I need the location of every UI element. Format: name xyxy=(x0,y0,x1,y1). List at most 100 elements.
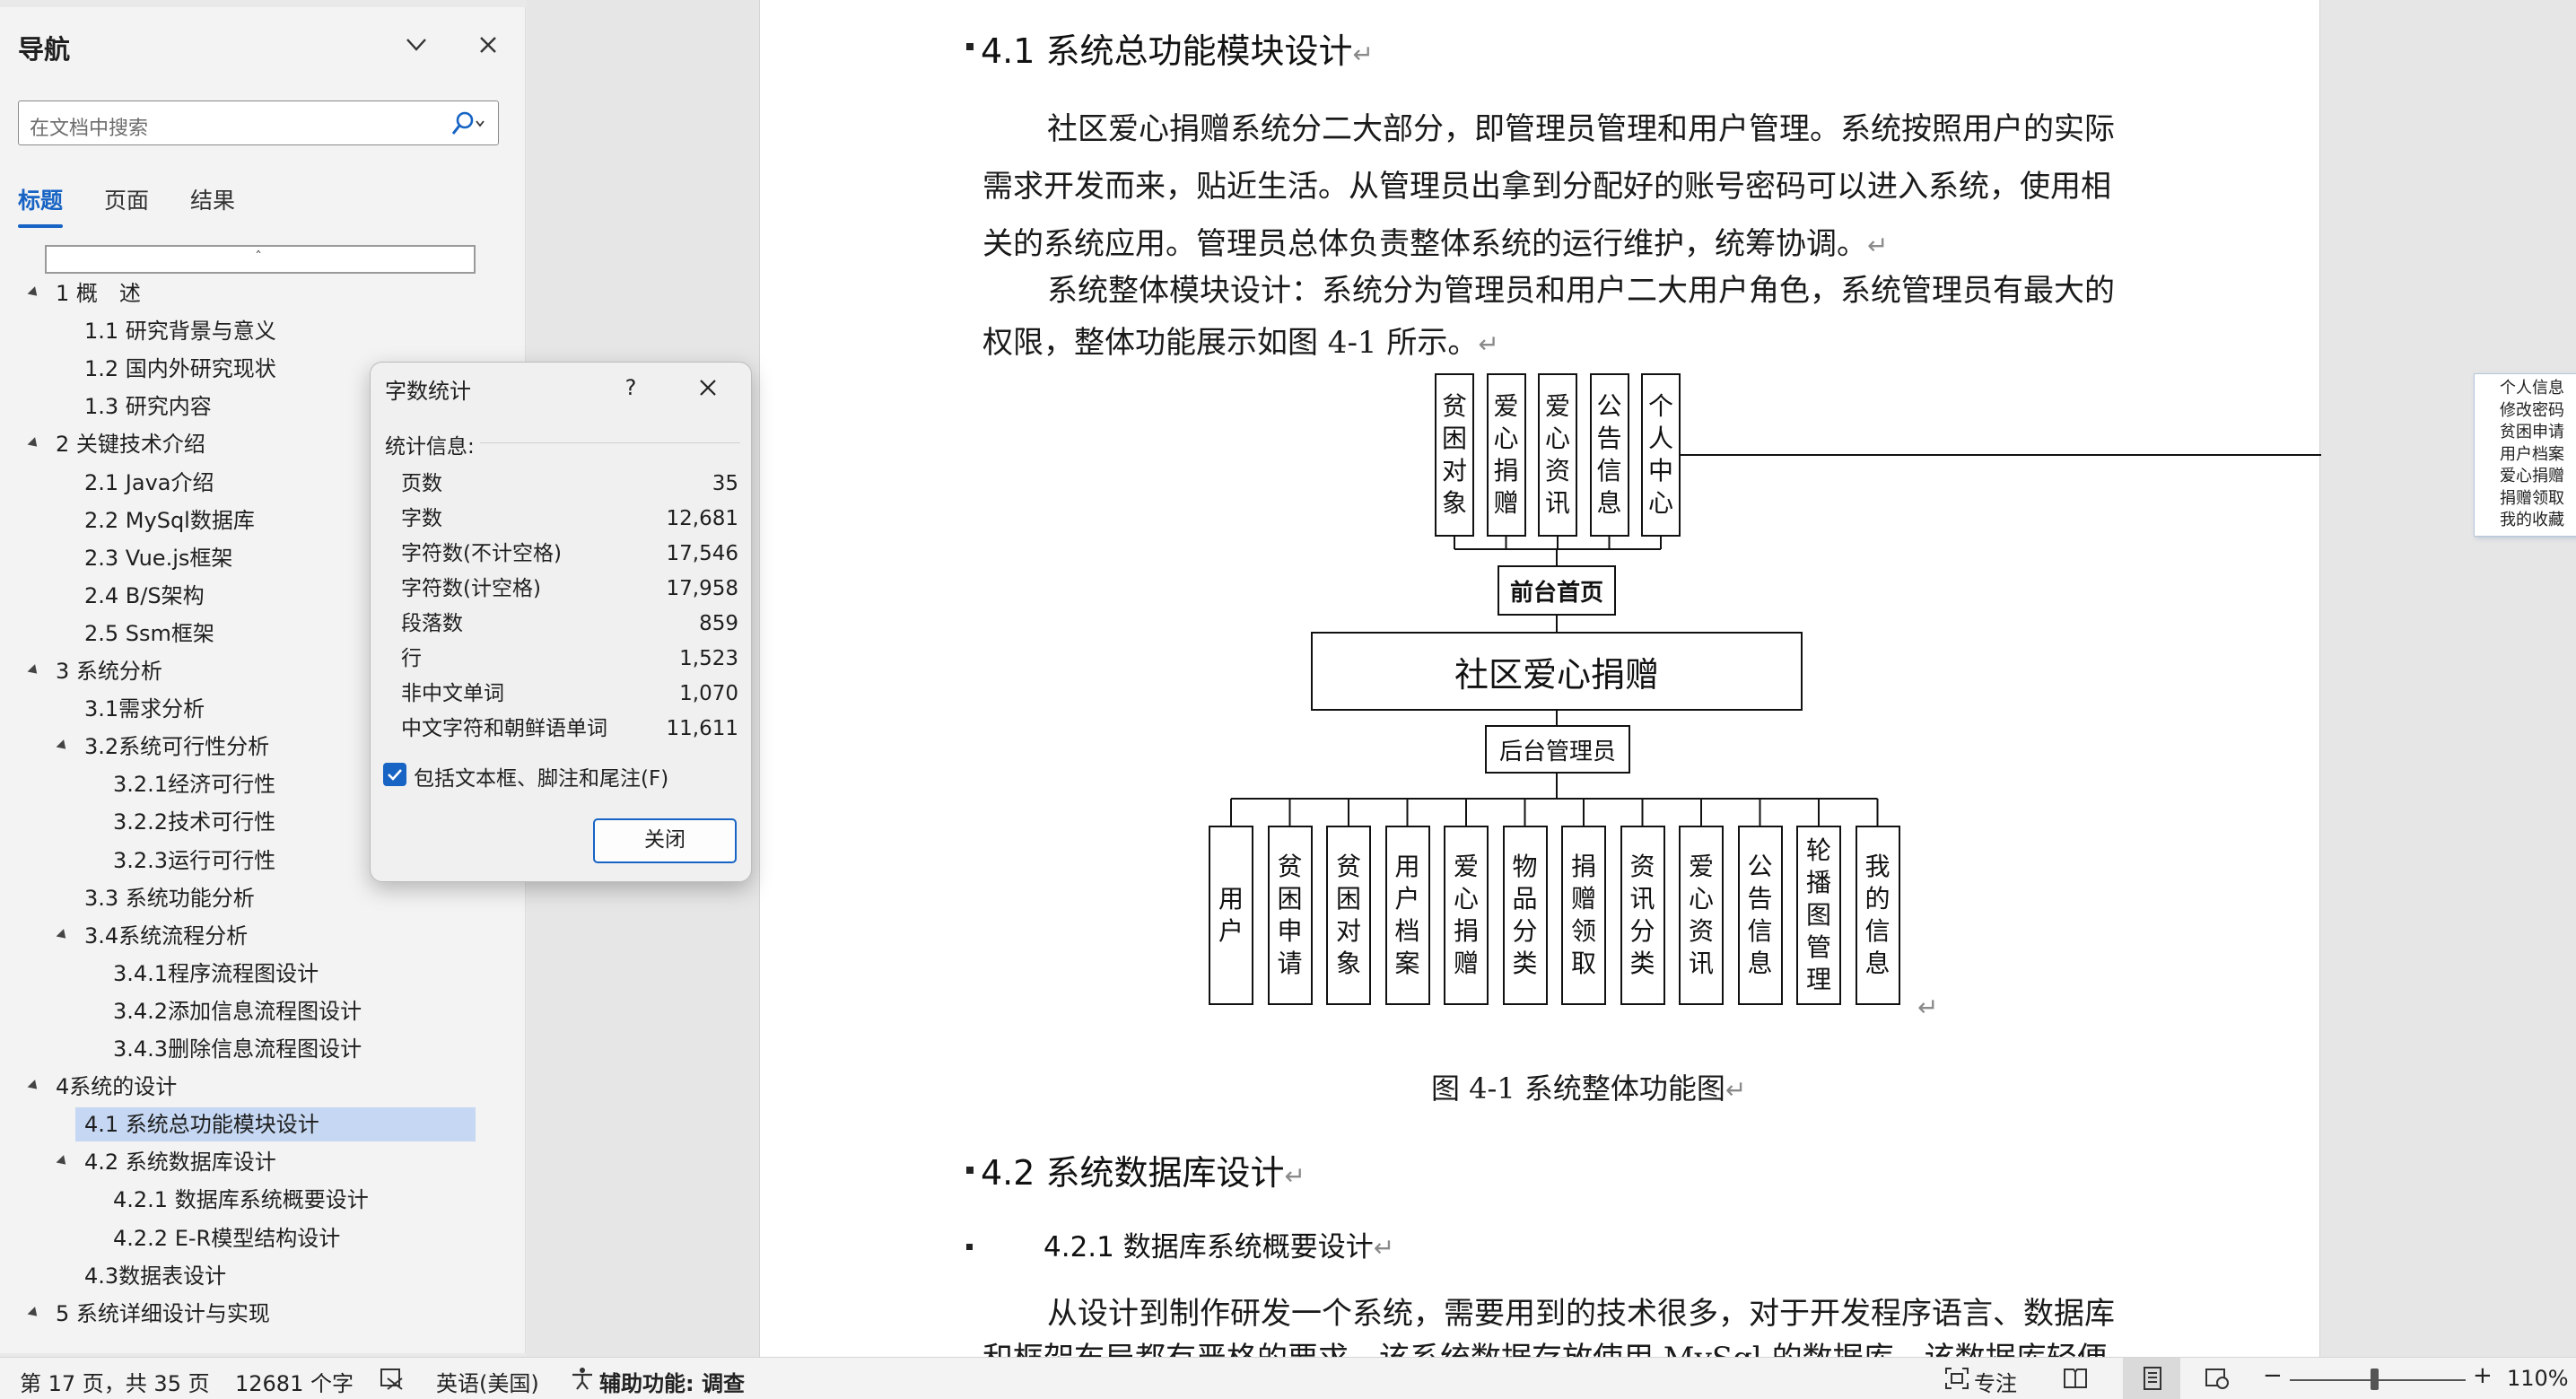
stat-value: 11,611 xyxy=(666,717,738,740)
accessibility-icon[interactable] xyxy=(569,1366,596,1391)
admin-module-box: 我的信息 xyxy=(1855,826,1900,1005)
close-button[interactable]: 关闭 xyxy=(593,818,737,863)
heading-label: 4.2 系统数据库设计 xyxy=(84,1150,276,1176)
heading-label: 3.2系统可行性分析 xyxy=(84,734,270,760)
personal-center-item: 捐赠领取 xyxy=(2500,488,2564,508)
expand-caret-icon[interactable] xyxy=(27,286,41,300)
checkbox-label[interactable]: 包括文本框、脚注和尾注(F) xyxy=(414,761,668,791)
nav-scroll-handle[interactable]: ˆ xyxy=(45,245,476,274)
word-count-indicator[interactable]: 12681 个字 xyxy=(235,1366,354,1397)
heading-label: 3.1需求分析 xyxy=(84,696,205,722)
heading-item[interactable]: 5 系统详细设计与实现 xyxy=(0,1297,502,1331)
document-page[interactable]: 4.1 系统总功能模块设计↵ 社区爱心捐赠系统分二大部分，即管理员管理和用户管理… xyxy=(759,0,2576,1377)
stat-value: 17,546 xyxy=(666,542,738,565)
heading-item[interactable]: 3.4.3删除信息流程图设计 xyxy=(0,1032,502,1066)
admin-module-box: 公告信息 xyxy=(1737,826,1783,1005)
web-layout-icon[interactable] xyxy=(2204,1366,2231,1391)
tab-pages[interactable]: 页面 xyxy=(104,183,149,215)
admin-module-box: 轮播图管理 xyxy=(1796,826,1841,1005)
heading-item[interactable]: 4.2.1 数据库系统概要设计 xyxy=(0,1183,502,1217)
stat-label: 中文字符和朝鲜语单词 xyxy=(401,717,607,740)
heading-item[interactable]: 3.4系统流程分析 xyxy=(0,919,502,953)
focus-mode-button[interactable]: 专注 xyxy=(1974,1366,2017,1397)
heading-label: 1.1 研究背景与意义 xyxy=(84,319,276,345)
stat-value: 17,958 xyxy=(666,577,738,600)
help-button[interactable]: ? xyxy=(615,372,647,404)
tab-headings[interactable]: 标题 xyxy=(18,183,63,215)
admin-module-box: 捐赠领取 xyxy=(1561,826,1606,1005)
heading-item[interactable]: 3.4.2添加信息流程图设计 xyxy=(0,994,502,1028)
front-module-box: 贫困对象 xyxy=(1435,373,1474,537)
expand-caret-icon[interactable] xyxy=(27,1306,41,1320)
heading-item[interactable]: 1 概 述 xyxy=(0,276,502,310)
zoom-slider-handle[interactable] xyxy=(2371,1368,2380,1390)
heading-item[interactable]: 4.2.2 E-R模型结构设计 xyxy=(0,1221,502,1255)
dialog-title: 字数统计 xyxy=(385,379,471,404)
heading-label: 2.2 MySql数据库 xyxy=(84,507,255,533)
front-module-box: 公告信息 xyxy=(1589,373,1629,537)
accessibility-status[interactable]: 辅助功能: 调查 xyxy=(599,1366,745,1397)
personal-center-item: 爱心捐赠 xyxy=(2500,467,2564,485)
close-icon[interactable] xyxy=(692,372,724,404)
heading-bullet xyxy=(966,1167,974,1174)
proofing-icon[interactable] xyxy=(379,1366,406,1391)
heading-label: 1.2 国内外研究现状 xyxy=(84,356,276,382)
heading-4-2-1: 4.2.1 数据库系统概要设计↵ xyxy=(1043,1231,1395,1263)
admin-module-box: 用户档案 xyxy=(1384,826,1430,1005)
tab-results[interactable]: 结果 xyxy=(190,183,235,215)
word-count-dialog: 字数统计 ? 统计信息: 页数 35 字数 12,681 字符数(不计空格) 17,546… xyxy=(370,362,752,882)
zoom-out-button[interactable]: − xyxy=(2263,1362,2283,1389)
admin-module-box: 资讯分类 xyxy=(1620,826,1665,1005)
language-indicator[interactable]: 英语(美国) xyxy=(436,1366,539,1397)
heading-item[interactable]: 3.4.1程序流程图设计 xyxy=(0,957,502,991)
include-textboxes-checkbox[interactable] xyxy=(383,763,406,786)
heading-item[interactable]: 4系统的设计 xyxy=(0,1070,502,1104)
heading-label: 2.4 B/S架构 xyxy=(84,582,205,608)
stat-label: 字符数(计空格) xyxy=(401,577,541,600)
print-layout-button[interactable] xyxy=(2123,1358,2180,1399)
search-placeholder: 在文档中搜索 xyxy=(30,118,149,140)
search-input[interactable]: 在文档中搜索 xyxy=(18,101,499,145)
personal-center-item: 用户档案 xyxy=(2500,444,2564,464)
personal-center-item: 我的收藏 xyxy=(2500,511,2564,529)
heading-label: 5 系统详细设计与实现 xyxy=(56,1300,270,1326)
stat-value: 35 xyxy=(712,472,738,495)
zoom-level[interactable]: 110% xyxy=(2507,1366,2569,1391)
heading-label: 3.3 系统功能分析 xyxy=(84,885,255,911)
heading-item[interactable]: 3.3 系统功能分析 xyxy=(0,881,502,915)
expand-caret-icon[interactable] xyxy=(56,739,70,754)
focus-icon[interactable] xyxy=(1943,1366,1970,1391)
stat-row: 字符数(计空格) 17,958 xyxy=(401,572,738,606)
expand-caret-icon[interactable] xyxy=(27,1080,41,1094)
admin-module-box: 爱心资讯 xyxy=(1679,826,1724,1005)
heading-item[interactable]: 1.1 研究背景与意义 xyxy=(0,314,502,348)
system-box: 社区爱心捐赠 xyxy=(1311,632,1803,711)
stat-label: 行 xyxy=(401,647,422,670)
admin-module-box: 爱心捐赠 xyxy=(1444,826,1489,1005)
heading-label: 4.1 系统总功能模块设计 xyxy=(84,1112,319,1138)
heading-label: 3.4.1程序流程图设计 xyxy=(113,960,319,986)
heading-label: 1.3 研究内容 xyxy=(84,394,212,420)
heading-label: 4.2.1 数据库系统概要设计 xyxy=(113,1187,369,1213)
read-mode-icon[interactable] xyxy=(2062,1366,2089,1391)
expand-caret-icon[interactable] xyxy=(27,437,41,451)
heading-label: 3.2.3运行可行性 xyxy=(113,847,276,873)
heading-label: 4系统的设计 xyxy=(56,1074,178,1100)
front-module-box: 爱心捐赠 xyxy=(1486,373,1526,537)
heading-item[interactable]: 4.1 系统总功能模块设计 xyxy=(75,1107,476,1142)
zoom-in-button[interactable]: + xyxy=(2473,1362,2493,1389)
search-icon[interactable] xyxy=(450,110,485,137)
expand-caret-icon[interactable] xyxy=(56,1155,70,1169)
front-module-box: 爱心资讯 xyxy=(1538,373,1577,537)
heading-item[interactable]: 4.3数据表设计 xyxy=(0,1259,502,1293)
expand-caret-icon[interactable] xyxy=(27,664,41,678)
expand-caret-icon[interactable] xyxy=(56,928,70,942)
page-indicator[interactable]: 第 17 页，共 35 页 xyxy=(20,1366,210,1397)
figure-caption: 图 4-1 系统整体功能图↵ xyxy=(1431,1071,1747,1106)
front-module-box: 个人中心 xyxy=(1641,373,1681,537)
heading-item[interactable]: 4.2 系统数据库设计 xyxy=(0,1145,502,1179)
heading-label: 2.1 Java介绍 xyxy=(84,469,214,495)
close-icon[interactable] xyxy=(472,29,504,61)
admin-module-box: 用户 xyxy=(1209,826,1253,1005)
chevron-down-icon[interactable] xyxy=(400,29,432,61)
